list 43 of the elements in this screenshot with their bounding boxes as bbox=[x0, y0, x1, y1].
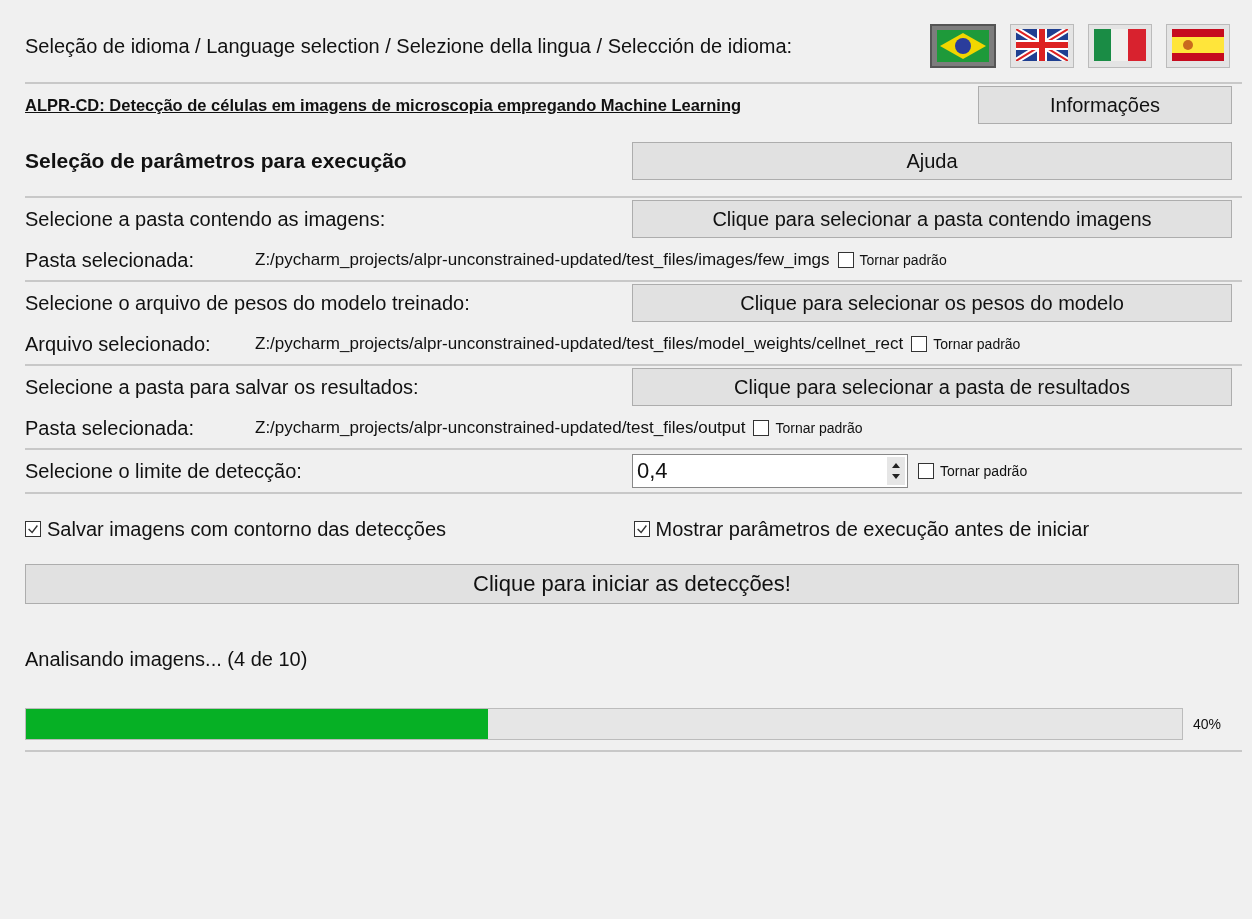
threshold-spinbox[interactable]: 0,4 bbox=[632, 454, 908, 488]
checkbox-label: Tornar padrão bbox=[933, 336, 1021, 352]
threshold-label: Selecione o limite de detecção: bbox=[25, 459, 302, 483]
path-label: Pasta selecionada: bbox=[25, 416, 195, 440]
checkbox[interactable] bbox=[918, 463, 934, 479]
field-label: Selecione a pasta contendo as imagens: bbox=[25, 207, 386, 231]
select-button[interactable]: Clique para selecionar a pasta contendo imagens bbox=[632, 200, 1232, 238]
checkbox[interactable] bbox=[837, 252, 854, 268]
app-title: ALPR-CD: Detecção de células em imagens de microscopia empregando Machine Learning bbox=[25, 95, 742, 115]
checkbox[interactable] bbox=[911, 336, 928, 352]
flag-icon bbox=[937, 30, 989, 62]
language-button[interactable] bbox=[930, 24, 996, 68]
path-text: Z:/pycharm_projects/alpr-unconstrained-updated/test_files/output bbox=[255, 418, 746, 438]
language-button[interactable] bbox=[1166, 24, 1230, 68]
flag-icon bbox=[1094, 29, 1146, 61]
field-label: Selecione a pasta para salvar os resultados: bbox=[25, 375, 419, 399]
checkbox-label: Tornar padrão bbox=[775, 420, 863, 436]
checkbox[interactable] bbox=[753, 420, 770, 436]
section-title: Seleção de parâmetros para execução bbox=[25, 149, 407, 173]
checkbox-label: Tornar padrão bbox=[859, 252, 947, 268]
start-button[interactable]: Clique para iniciar as detecções! bbox=[25, 564, 1239, 604]
checkbox-label: Mostrar parâmetros de execução antes de iniciar bbox=[655, 517, 1090, 541]
path-label: Pasta selecionada: bbox=[25, 248, 195, 272]
checkbox-label: Tornar padrão bbox=[940, 463, 1028, 479]
status-text: Analisando imagens... (4 de 10) bbox=[25, 646, 309, 672]
flag-icon bbox=[1172, 29, 1224, 61]
spin-arrows-icon[interactable] bbox=[887, 457, 905, 485]
path-label: Arquivo selecionado: bbox=[25, 332, 212, 356]
help-button[interactable]: Ajuda bbox=[632, 142, 1232, 180]
flag-icon bbox=[1016, 29, 1068, 61]
checkbox-label: Salvar imagens com contorno das detecções bbox=[47, 517, 447, 541]
language-button[interactable] bbox=[1010, 24, 1074, 68]
select-button[interactable]: Clique para selecionar os pesos do modelo bbox=[632, 284, 1232, 322]
path-text: Z:/pycharm_projects/alpr-unconstrained-updated/test_files/images/few_imgs bbox=[255, 250, 830, 270]
language-button[interactable] bbox=[1088, 24, 1152, 68]
checkbox[interactable] bbox=[25, 521, 41, 537]
select-button[interactable]: Clique para selecionar a pasta de resultados bbox=[632, 368, 1232, 406]
path-text: Z:/pycharm_projects/alpr-unconstrained-updated/test_files/model_weights/cellnet_rect bbox=[255, 334, 904, 354]
language-label: Seleção de idioma / Language selection / Selezione della lingua / Selección de idioma: bbox=[25, 34, 793, 58]
field-label: Selecione o arquivo de pesos do modelo treinado: bbox=[25, 291, 470, 315]
checkbox[interactable] bbox=[633, 521, 650, 537]
info-button[interactable]: Informações bbox=[978, 86, 1232, 124]
progress-percent: 40% bbox=[1193, 716, 1222, 732]
